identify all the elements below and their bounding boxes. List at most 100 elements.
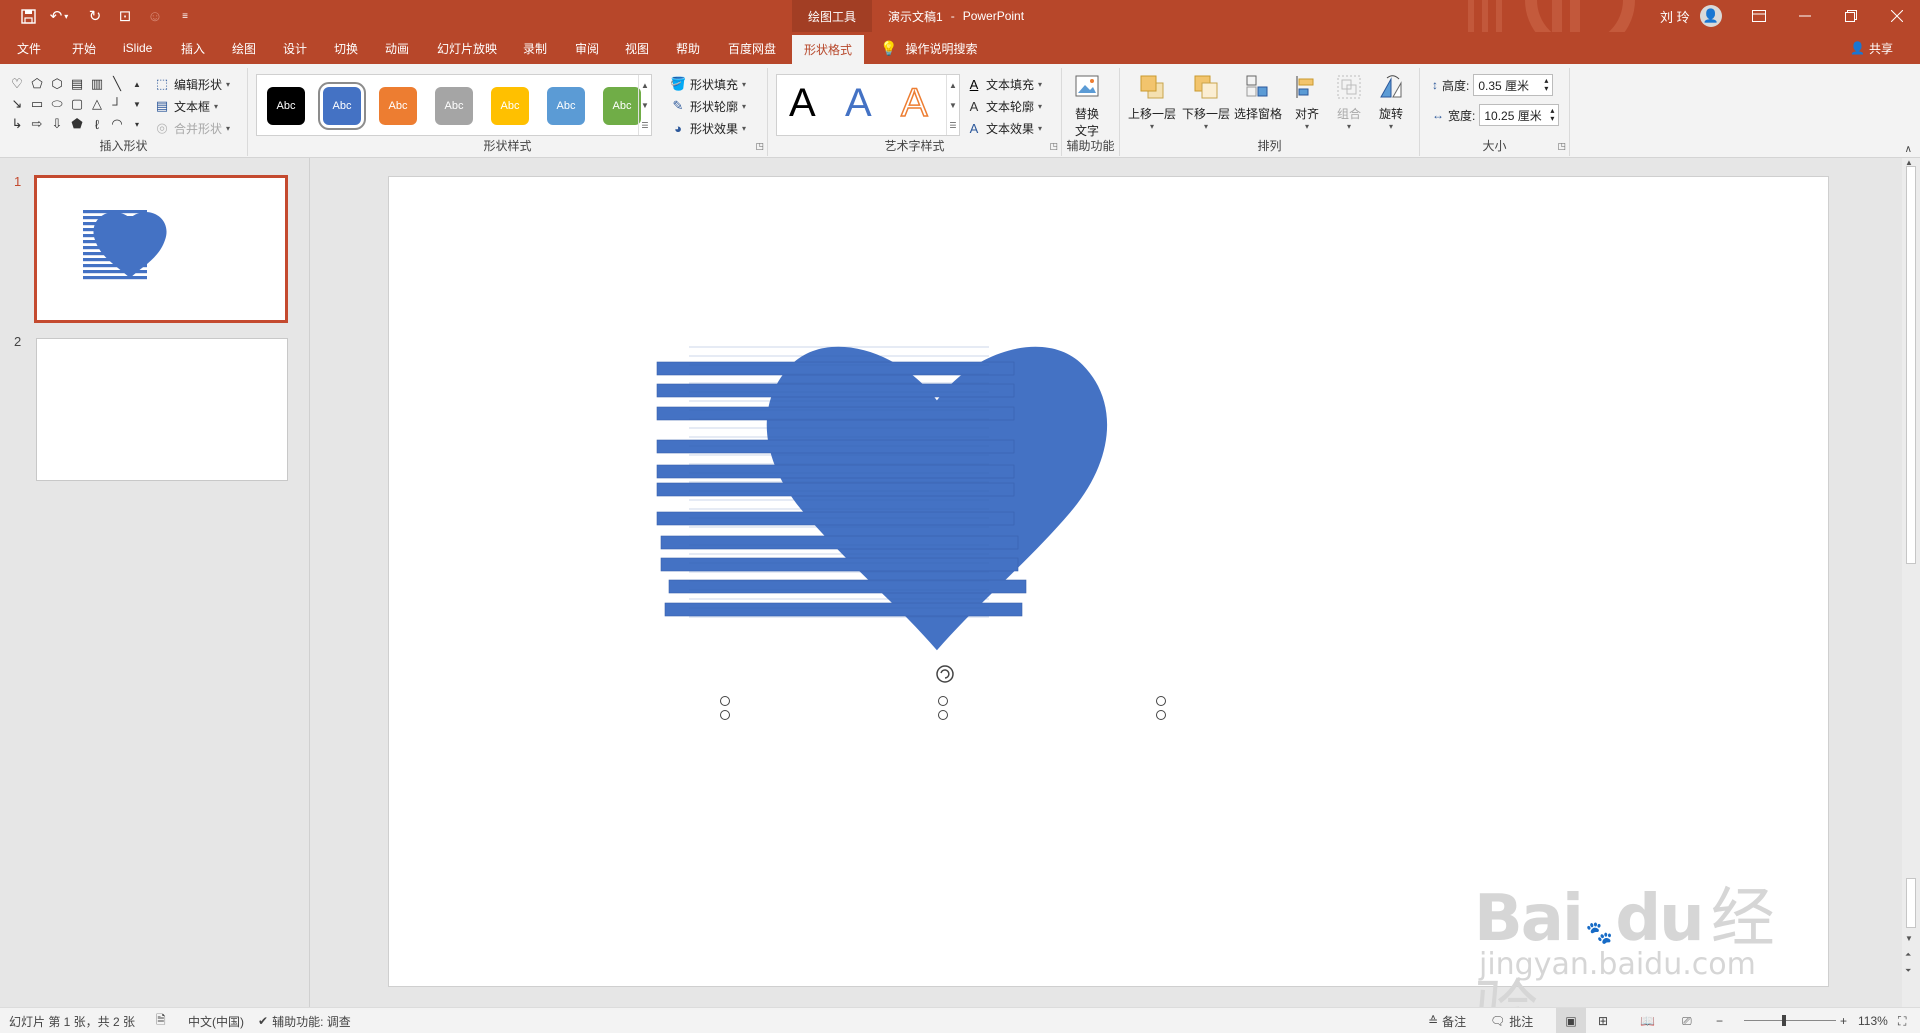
slide-canvas[interactable]: Bai 🐾du 经验 jingyan.baidu.com	[388, 176, 1829, 1033]
zoom-level[interactable]: 113%	[1858, 1008, 1888, 1033]
restore-icon[interactable]	[1828, 0, 1874, 32]
flowchart-shape-icon[interactable]: ⬟	[68, 114, 86, 134]
tab-file[interactable]: 文件	[17, 32, 41, 64]
vertical-scrollbar[interactable]: ▲ ▼ ⏶ ⏷	[1902, 158, 1920, 1007]
text-outline-button[interactable]: A 文本轮廓 ▾	[966, 96, 1042, 116]
tab-record[interactable]: 录制	[523, 32, 547, 64]
minimize-icon[interactable]	[1782, 0, 1828, 32]
selection-pane-button[interactable]: 选择窗格	[1234, 72, 1282, 122]
reading-view-icon[interactable]: 📖	[1640, 1008, 1655, 1033]
tab-design[interactable]: 设计	[283, 32, 307, 64]
close-icon[interactable]	[1874, 0, 1920, 32]
tab-baidu-netdisk[interactable]: 百度网盘	[728, 32, 776, 64]
shape-style-swatch[interactable]: Abc	[318, 82, 366, 130]
vertical-textbox-shape-icon[interactable]: ▥	[88, 74, 106, 94]
decagon-shape-icon[interactable]: ⬠	[28, 74, 46, 94]
tab-review[interactable]: 审阅	[575, 32, 599, 64]
ribbon-display-options-icon[interactable]	[1736, 0, 1782, 32]
comments-button[interactable]: 🗨 批注	[1490, 1008, 1533, 1033]
normal-view-icon[interactable]: ▣	[1556, 1008, 1586, 1033]
group-objects-button[interactable]: 组合 ▾	[1334, 72, 1364, 131]
customize-qat-icon[interactable]: ≡	[174, 5, 196, 27]
text-box-button[interactable]: ▤ 文本框 ▾	[154, 96, 218, 116]
scroll-down-icon[interactable]: ▼	[1905, 934, 1913, 943]
oval-shape-icon[interactable]: ⬭	[48, 94, 66, 114]
spinner-icon[interactable]: ▴ ▾	[1544, 77, 1548, 93]
slideshow-icon[interactable]: ⎚	[1682, 1008, 1692, 1033]
previous-slide-icon[interactable]: ⏶	[1905, 950, 1911, 960]
triangle-shape-icon[interactable]: △	[88, 94, 106, 114]
spinner-icon[interactable]: ▴ ▾	[1550, 107, 1554, 123]
edit-shape-button[interactable]: ⬚ 编辑形状 ▾	[154, 74, 230, 94]
hexagon-shape-icon[interactable]: ⬡	[48, 74, 66, 94]
arc-shape-icon[interactable]: ◠	[108, 114, 126, 134]
tab-shape-format[interactable]: 形状格式	[792, 35, 865, 64]
merge-shapes-button[interactable]: ◎ 合并形状 ▾	[154, 118, 230, 138]
rotate-button[interactable]: 旋转 ▾	[1376, 72, 1406, 131]
scroll-down-icon[interactable]: ▼	[128, 94, 146, 114]
dialog-launcher-icon[interactable]: ◳	[755, 141, 764, 152]
tab-home[interactable]: 开始	[72, 32, 96, 64]
notes-button[interactable]: ≙ 备注	[1428, 1008, 1466, 1033]
language-status[interactable]: 中文(中国)	[188, 1008, 244, 1033]
shape-style-swatch[interactable]: Abc	[379, 87, 417, 125]
touch-mode-icon[interactable]: ☺	[144, 5, 166, 27]
down-arrow-shape-icon[interactable]: ⇩	[48, 114, 66, 134]
scrollbar-thumb[interactable]	[1906, 166, 1916, 564]
zoom-slider[interactable]	[1744, 1020, 1836, 1021]
dialog-launcher-icon[interactable]: ◳	[1557, 141, 1566, 152]
tab-help[interactable]: 帮助	[676, 32, 700, 64]
share-button[interactable]: 👤 共享	[1850, 32, 1893, 64]
line-shape-icon[interactable]: ╲	[108, 74, 126, 94]
send-backward-button[interactable]: 下移一层 ▾	[1182, 72, 1230, 131]
wordart-style-blue[interactable]: A	[845, 81, 872, 126]
user-name[interactable]: 刘 玲	[1660, 0, 1690, 32]
tab-view[interactable]: 视图	[625, 32, 649, 64]
accessibility-status[interactable]: ✔ 辅助功能: 调查	[258, 1008, 351, 1033]
gallery-more-icon[interactable]: ☰	[946, 115, 959, 135]
redo-icon[interactable]: ↻	[84, 5, 106, 27]
tab-slideshow[interactable]: 幻灯片放映	[437, 32, 497, 64]
zoom-in-icon[interactable]: +	[1840, 1008, 1847, 1033]
freeform-shape-icon[interactable]: ℓ	[88, 114, 106, 134]
more-shapes-icon[interactable]: ▾	[128, 114, 146, 134]
right-arrow-shape-icon[interactable]: ⇨	[28, 114, 46, 134]
shape-style-swatch[interactable]: Abc	[435, 87, 473, 125]
slide-sorter-icon[interactable]: ⊞	[1598, 1008, 1608, 1033]
shape-style-swatch[interactable]: Abc	[491, 87, 529, 125]
text-fill-button[interactable]: A 文本填充 ▾	[966, 74, 1042, 94]
rounded-rectangle-shape-icon[interactable]: ▢	[68, 94, 86, 114]
gallery-down-icon[interactable]: ▼	[946, 95, 959, 115]
shape-outline-button[interactable]: ✎ 形状轮廓 ▾	[670, 96, 746, 116]
next-slide-icon[interactable]: ⏷	[1905, 966, 1911, 976]
gallery-up-icon[interactable]: ▲	[638, 75, 651, 95]
wordart-style-black[interactable]: A	[789, 81, 816, 126]
scroll-up-icon[interactable]: ▲	[128, 74, 146, 94]
tab-animations[interactable]: 动画	[385, 32, 409, 64]
avatar[interactable]: 👤	[1700, 5, 1722, 27]
shape-style-swatch[interactable]: Abc	[603, 87, 641, 125]
fit-to-window-icon[interactable]: ⛶	[1898, 1008, 1906, 1033]
elbow-connector-shape-icon[interactable]: ┘	[108, 94, 126, 114]
tab-draw[interactable]: 绘图	[232, 32, 256, 64]
wordart-style-orange-outline[interactable]: A	[900, 80, 928, 126]
rectangle-shape-icon[interactable]: ▭	[28, 94, 46, 114]
zoom-slider-thumb[interactable]	[1782, 1015, 1786, 1026]
shape-style-swatch[interactable]: Abc	[547, 87, 585, 125]
tell-me-search[interactable]: 💡 操作说明搜索	[880, 32, 977, 64]
tab-transitions[interactable]: 切换	[334, 32, 358, 64]
gallery-down-icon[interactable]: ▼	[638, 95, 651, 115]
tab-islide[interactable]: iSlide	[123, 32, 152, 64]
undo-icon[interactable]: ↶ ▾	[45, 5, 73, 27]
from-beginning-icon[interactable]: ⊡	[114, 5, 136, 27]
save-icon[interactable]	[17, 5, 39, 27]
zoom-out-icon[interactable]: −	[1716, 1008, 1723, 1033]
gallery-more-icon[interactable]: ☰	[638, 115, 651, 135]
text-effects-button[interactable]: A 文本效果 ▾	[966, 118, 1042, 138]
slide-thumbnail-2[interactable]	[36, 338, 288, 481]
tab-insert[interactable]: 插入	[181, 32, 205, 64]
alt-text-button[interactable]: 替换 文字	[1072, 72, 1102, 139]
width-input[interactable]: 10.25 厘米 ▴ ▾	[1479, 104, 1560, 126]
collapse-ribbon-icon[interactable]: ∧	[1905, 144, 1912, 155]
shape-style-swatch[interactable]: Abc	[267, 87, 305, 125]
